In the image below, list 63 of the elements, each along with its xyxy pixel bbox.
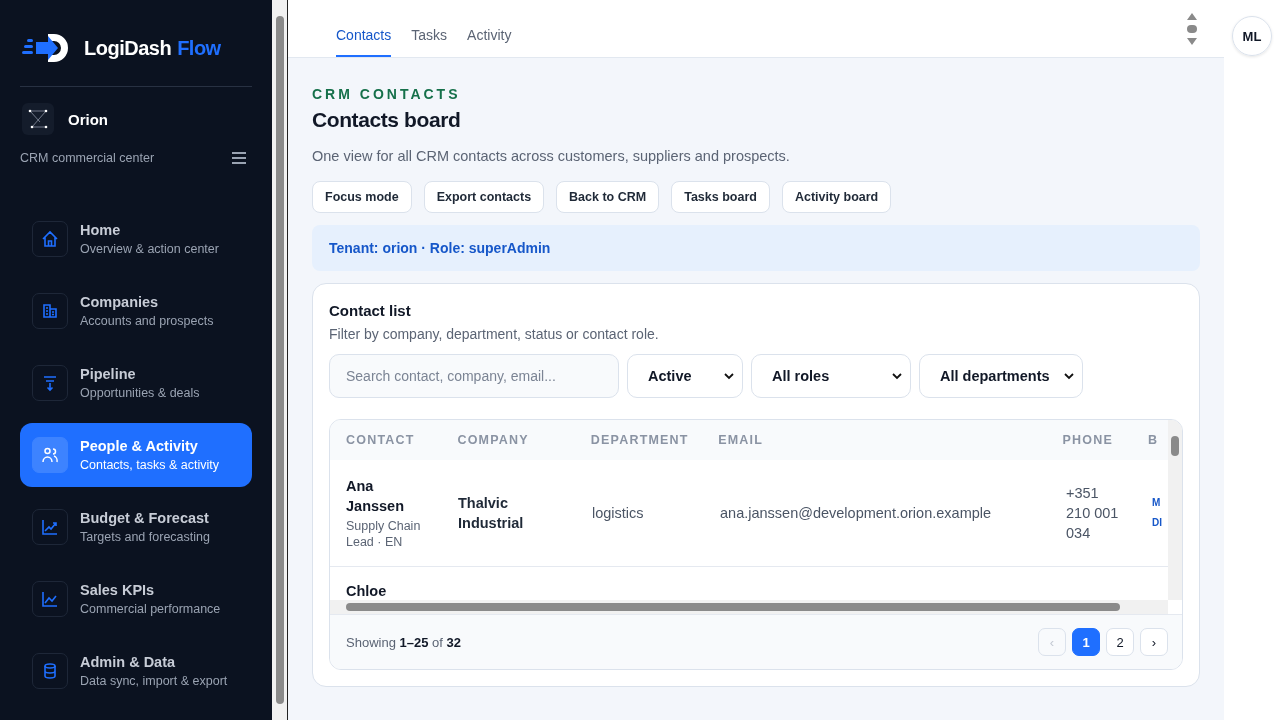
workspace-name: Orion [68, 110, 108, 128]
filter-dropdown[interactable]: All departments [919, 354, 1083, 398]
brand-accent: Flow [177, 36, 221, 60]
card-subtitle: Filter by company, department, status or contact role. [329, 326, 660, 342]
action-button[interactable]: Activity board [781, 181, 892, 213]
badge-link[interactable]: DI [1152, 513, 1162, 533]
badge-link[interactable]: M [1152, 493, 1161, 513]
phone-cell-text: +351 210 001 034 [1066, 484, 1120, 543]
building-icon [41, 302, 59, 320]
contact-name: Chloe [346, 582, 388, 601]
trend-chart-icon [41, 518, 59, 536]
workspace-subtitle: CRM commercial center [20, 151, 155, 165]
pagination-button[interactable]: 2 [1106, 628, 1134, 656]
email-cell-text: ana.janssen@development.orion.example [720, 505, 993, 521]
filter-dropdown[interactable]: Active [627, 354, 743, 398]
column-header: COMPANY [457, 433, 530, 447]
chevron-down-icon [1064, 372, 1074, 380]
action-button[interactable]: Back to CRM [556, 181, 660, 213]
chevron-down-icon [724, 372, 734, 380]
nav-item[interactable]: Pipeline Opportunities & deals [20, 351, 252, 415]
search-field[interactable]: Search contact, company, email... [329, 354, 619, 398]
results-count: Showing 1–25 of 32 [346, 634, 461, 650]
nav-item[interactable]: Sales KPIs Commercial performance [20, 567, 252, 631]
column-header: DEPARTMENT [590, 433, 690, 447]
filter-dropdown[interactable]: All roles [751, 354, 911, 398]
scrollbar[interactable] [272, 0, 288, 720]
action-button[interactable]: Export contacts [423, 181, 545, 213]
tab[interactable]: Tasks [411, 0, 448, 57]
constellation-icon [22, 103, 54, 135]
nav-item[interactable]: Admin & Data Data sync, import & export [20, 639, 252, 703]
tab[interactable]: Activity [467, 0, 512, 57]
page-title: Contacts board [312, 108, 462, 132]
tab[interactable]: Contacts [336, 0, 392, 57]
nav-item[interactable]: Home Overview & action center [20, 207, 252, 271]
department-cell-text: logistics [592, 505, 645, 521]
nav-item[interactable]: Companies Accounts and prospects [20, 279, 252, 343]
chevron-down-icon [892, 372, 902, 380]
company-cell-text: Thalvic Industrial [458, 494, 525, 533]
pagination-button[interactable]: › [1140, 628, 1168, 656]
line-chart-icon [41, 590, 59, 608]
section-eyebrow: CRM CONTACTS [312, 86, 462, 102]
action-button[interactable]: Focus mode [312, 181, 412, 213]
vertical-scrollbar[interactable] [1168, 420, 1182, 600]
menu-icon[interactable] [232, 152, 246, 164]
column-header: PHONE [1062, 433, 1114, 447]
column-header: B [1148, 433, 1160, 447]
action-button[interactable]: Tasks board [671, 181, 770, 213]
house-icon [41, 230, 59, 248]
contact-meta: Supply Chain Lead · EN [346, 518, 422, 550]
horizontal-scrollbar[interactable] [330, 600, 1168, 614]
nav-item[interactable]: Budget & Forecast Targets and forecasting [20, 495, 252, 559]
brand-name: LogiDash [84, 36, 172, 60]
people-icon [41, 446, 59, 464]
notice-text: Tenant: orion · Role: superAdmin [329, 240, 551, 256]
pagination-button[interactable]: 1 [1072, 628, 1100, 656]
nav-item[interactable]: People & Activity Contacts, tasks & activity [20, 423, 252, 487]
card-title: Contact list [329, 302, 412, 319]
column-header: EMAIL [718, 433, 765, 447]
column-header: CONTACT [346, 433, 416, 447]
contact-name: Ana Janssen [346, 477, 406, 516]
page-description: One view for all CRM contacts across customers, suppliers and prospects. [312, 148, 791, 164]
database-icon [41, 662, 59, 680]
filter-icon [41, 374, 59, 392]
